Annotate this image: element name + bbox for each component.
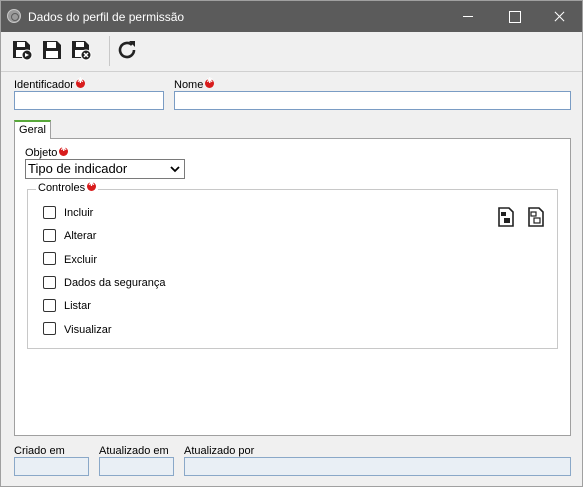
checkbox-incluir[interactable] <box>43 206 56 219</box>
check-all-icon <box>498 207 514 227</box>
checkbox-dados-seguranca[interactable] <box>43 276 56 289</box>
toolbar <box>1 32 582 72</box>
identificador-label-wrap: Identificador <box>14 76 85 91</box>
checkbox-label-incluir[interactable]: Incluir <box>64 207 93 219</box>
identificador-label: Identificador <box>14 79 74 91</box>
save-new-icon <box>13 41 33 61</box>
checkbox-label-visualizar[interactable]: Visualizar <box>64 324 112 336</box>
objeto-select[interactable]: Tipo de indicador <box>25 159 185 179</box>
checkbox-listar[interactable] <box>43 299 56 312</box>
objeto-label-wrap: Objeto <box>25 144 69 159</box>
controles-legend: Controles <box>36 179 99 194</box>
required-icon <box>59 144 69 156</box>
checkbox-label-dados-seguranca[interactable]: Dados da segurança <box>64 277 166 289</box>
toolbar-separator <box>109 36 110 66</box>
atualizado-em-field[interactable] <box>99 457 174 476</box>
tab-geral[interactable]: Geral <box>14 120 51 139</box>
uncheck-all-button[interactable] <box>527 207 545 227</box>
maximize-button[interactable] <box>491 1 537 32</box>
refresh-button[interactable] <box>115 38 139 62</box>
checkbox-label-alterar[interactable]: Alterar <box>64 230 96 242</box>
controles-label: Controles <box>38 182 86 194</box>
required-icon <box>75 76 85 88</box>
atualizado-em-label: Atualizado em <box>99 445 169 457</box>
checkbox-excluir[interactable] <box>43 252 56 265</box>
refresh-icon <box>118 41 136 59</box>
criado-em-label: Criado em <box>14 445 65 457</box>
atualizado-por-label: Atualizado por <box>184 445 255 457</box>
title-bar[interactable]: Dados do perfil de permissão <box>1 1 582 32</box>
objeto-label: Objeto <box>25 147 58 159</box>
nome-label-wrap: Nome <box>174 76 215 91</box>
save-new-button[interactable] <box>10 38 34 62</box>
chevron-down-icon <box>170 166 180 173</box>
dialog-window: Dados do perfil de permissão Identificad… <box>0 0 583 487</box>
save-button[interactable] <box>40 38 64 62</box>
window-title: Dados do perfil de permissão <box>28 10 185 24</box>
checkbox-label-excluir[interactable]: Excluir <box>64 254 97 266</box>
checkbox-label-listar[interactable]: Listar <box>64 300 91 312</box>
save-icon <box>43 41 61 59</box>
required-icon <box>205 76 215 88</box>
close-button[interactable] <box>536 1 582 32</box>
uncheck-all-icon <box>528 207 544 227</box>
check-all-button[interactable] <box>497 207 515 227</box>
objeto-selected-value: Tipo de indicador <box>28 161 128 176</box>
save-close-icon <box>72 41 92 61</box>
app-logo-icon <box>7 9 21 23</box>
required-icon <box>87 179 97 191</box>
save-and-close-button[interactable] <box>69 38 93 62</box>
checkbox-alterar[interactable] <box>43 229 56 242</box>
nome-input[interactable] <box>174 91 571 110</box>
checkbox-visualizar[interactable] <box>43 322 56 335</box>
atualizado-por-field[interactable] <box>184 457 571 476</box>
identificador-input[interactable] <box>14 91 164 110</box>
nome-label: Nome <box>174 79 204 91</box>
criado-em-field[interactable] <box>14 457 89 476</box>
minimize-button[interactable] <box>445 1 491 32</box>
